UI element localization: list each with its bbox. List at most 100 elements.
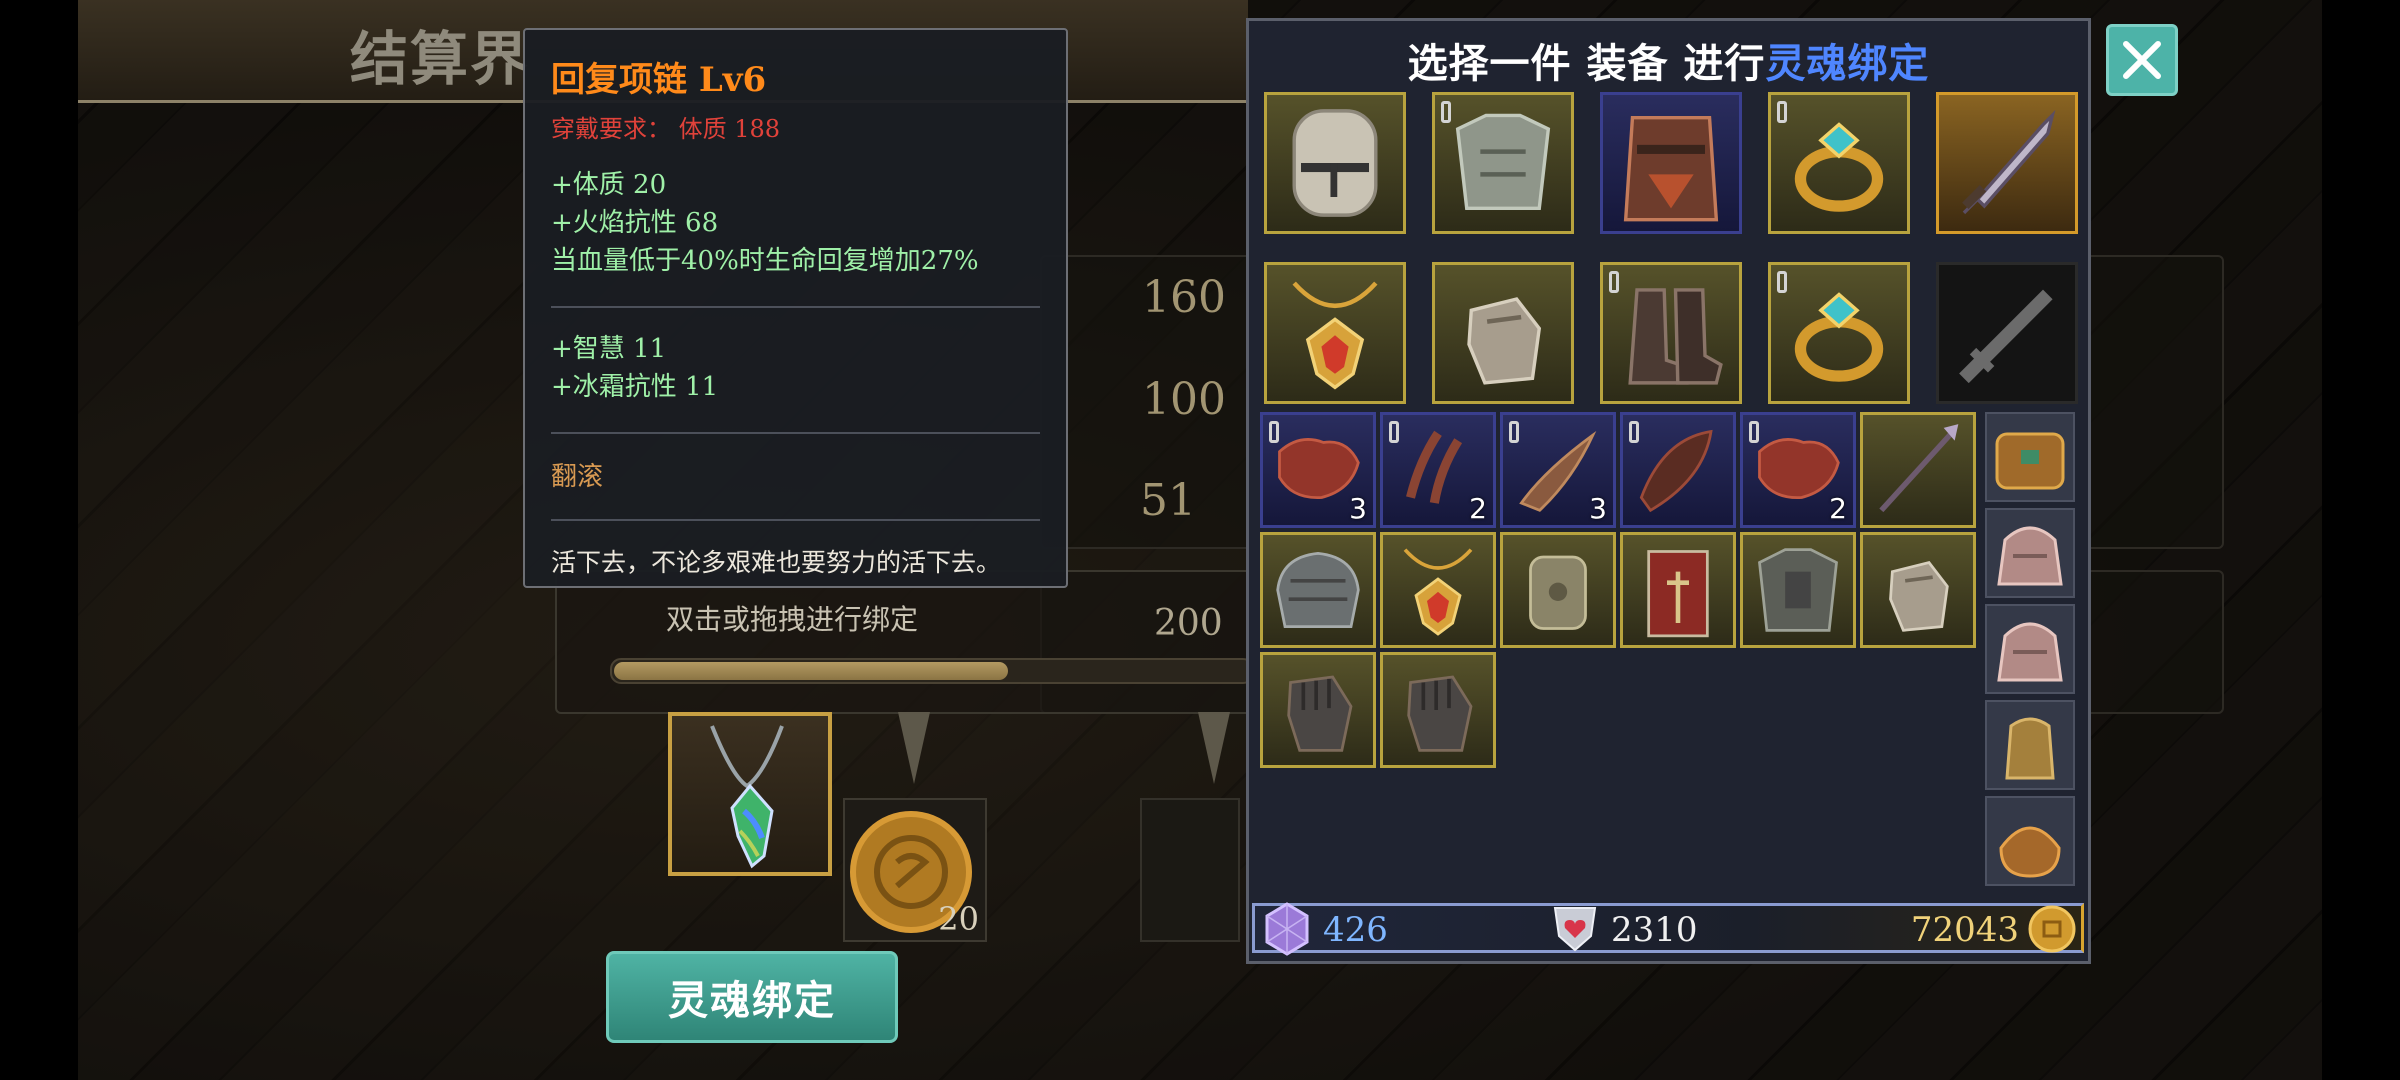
chest-bag-icon — [1995, 432, 2065, 490]
screen-edge-right — [2322, 0, 2400, 1080]
equipped-slot[interactable] — [1432, 92, 1574, 234]
inventory-slot[interactable] — [1380, 532, 1496, 648]
lock-icon — [1777, 271, 1787, 293]
inventory-slot[interactable]: 3 — [1500, 412, 1616, 528]
lock-icon — [1269, 421, 1279, 443]
inventory-slot[interactable]: 2 — [1740, 412, 1856, 528]
reward-coin-slot: 20 — [843, 798, 987, 942]
bind-hint-text: 双击或拖拽进行绑定 — [666, 603, 919, 636]
item-stat: +体质 20 — [551, 170, 667, 200]
dark-hide-icon — [1639, 429, 1713, 513]
inventory-slot[interactable]: 2 — [1380, 412, 1496, 528]
item-count: 2 — [1469, 492, 1487, 525]
selected-item-slot[interactable] — [668, 712, 832, 876]
pink-bag-icon — [1997, 622, 2063, 682]
bag-tab[interactable] — [1985, 796, 2075, 886]
bag-tab[interactable] — [1985, 700, 2075, 790]
gauntlet-icon — [1467, 297, 1542, 385]
inventory-slot[interactable] — [1500, 532, 1616, 648]
shoulder-armor-icon — [1276, 551, 1360, 629]
gem-ring-icon — [1794, 292, 1884, 382]
chest-armor-icon — [1455, 113, 1551, 211]
inventory-slot[interactable]: 3 — [1260, 412, 1376, 528]
progress-milestone-label: 200 — [1154, 603, 1223, 644]
result-stat-value: 51 — [1140, 475, 1196, 526]
bracer-icon — [1529, 555, 1587, 630]
ruby-amulet-icon — [1403, 548, 1473, 636]
panel-title-text: 选择一件 装备 进行 — [1407, 40, 1766, 87]
plate-chest-icon — [1758, 548, 1838, 632]
close-button[interactable] — [2106, 24, 2178, 96]
equipped-slot[interactable] — [1936, 92, 2078, 234]
item-name: 回复项链 Lv6 — [551, 60, 767, 100]
tooltip-divider — [551, 306, 1040, 308]
item-count: 2 — [1829, 492, 1847, 525]
equipped-slot[interactable] — [1936, 262, 2078, 404]
equipped-slot[interactable] — [1600, 262, 1742, 404]
lock-icon — [1749, 421, 1759, 443]
result-stat-value: 160 — [1142, 272, 1226, 323]
arrow-down-icon — [1198, 712, 1230, 784]
screen-edge-left — [0, 0, 78, 1080]
ruby-amulet-icon — [1292, 281, 1378, 390]
emerald-pendant-icon — [710, 725, 784, 869]
inventory-slot[interactable] — [1380, 652, 1496, 768]
spear-icon — [1879, 424, 1959, 513]
tooltip-divider — [551, 432, 1040, 434]
equipped-slot[interactable] — [1768, 262, 1910, 404]
sword-slot-icon — [1959, 289, 2053, 384]
equipped-slot[interactable] — [1600, 92, 1742, 234]
soul-bind-button[interactable]: 灵魂绑定 — [606, 951, 898, 1043]
lock-icon — [1441, 101, 1451, 123]
inventory-slot[interactable] — [1740, 532, 1856, 648]
leather-armor-icon — [1623, 115, 1719, 222]
bag-tab[interactable] — [1985, 412, 2075, 502]
item-bonus-stat: +智慧 11 — [551, 334, 667, 364]
lock-icon — [1777, 101, 1787, 123]
result-stat-value: 100 — [1142, 374, 1226, 425]
item-flavor-text: 活下去，不论多艰难也要努力的活下去。 — [551, 548, 1002, 577]
dark-glove-icon — [1287, 675, 1353, 752]
lock-icon — [1609, 271, 1619, 293]
tabard-icon — [1647, 550, 1709, 638]
item-tooltip: 回复项链 Lv6 穿戴要求： 体质 188 +体质 20 +火焰抗性 68 当血… — [523, 28, 1068, 588]
bag-tab[interactable] — [1985, 604, 2075, 694]
tooltip-divider — [551, 519, 1040, 521]
inventory-slot[interactable] — [1620, 412, 1736, 528]
close-icon — [2123, 41, 2161, 79]
item-count: 3 — [1349, 492, 1367, 525]
gold-count: 72043 — [1910, 910, 2019, 950]
bind-progress-bar — [610, 658, 1254, 684]
heart-count: 2310 — [1611, 910, 1698, 950]
item-requirement: 穿戴要求： 体质 188 — [551, 115, 781, 143]
equipped-slot[interactable] — [1264, 92, 1406, 234]
purple-gem-icon — [1265, 902, 1309, 956]
equipped-slot[interactable] — [1768, 92, 1910, 234]
inventory-slot[interactable] — [1260, 652, 1376, 768]
item-stat: 当血量低于40%时生命回复增加27% — [551, 246, 979, 276]
lock-icon — [1629, 421, 1639, 443]
greatsword-icon — [1962, 109, 2056, 215]
panel-title: 选择一件 装备 进行灵魂绑定 — [1249, 31, 2088, 89]
gold-coin-icon — [2028, 905, 2076, 953]
bind-progress-fill — [614, 662, 1009, 680]
equipped-slot[interactable] — [1432, 262, 1574, 404]
dark-glove-icon — [1407, 675, 1473, 752]
item-stat: +火焰抗性 68 — [551, 208, 719, 238]
gem-count: 426 — [1323, 910, 1388, 950]
inventory-slot[interactable] — [1860, 412, 1976, 528]
arrow-down-icon — [898, 712, 930, 784]
equipped-slot[interactable] — [1264, 262, 1406, 404]
small-bag-icon — [2005, 717, 2055, 780]
heart-shield-icon — [1553, 907, 1597, 952]
result-screen-title: 结算界 — [350, 25, 531, 93]
inventory-slot[interactable] — [1860, 532, 1976, 648]
lock-icon — [1389, 421, 1399, 443]
bag-tab[interactable] — [1985, 508, 2075, 598]
gauntlet-icon — [1889, 560, 1949, 632]
gem-ring-icon — [1794, 122, 1884, 212]
boots-icon — [1628, 288, 1723, 385]
inventory-slot[interactable] — [1260, 532, 1376, 648]
inventory-slot[interactable] — [1620, 532, 1736, 648]
panel-title-highlight: 灵魂绑定 — [1765, 40, 1930, 87]
